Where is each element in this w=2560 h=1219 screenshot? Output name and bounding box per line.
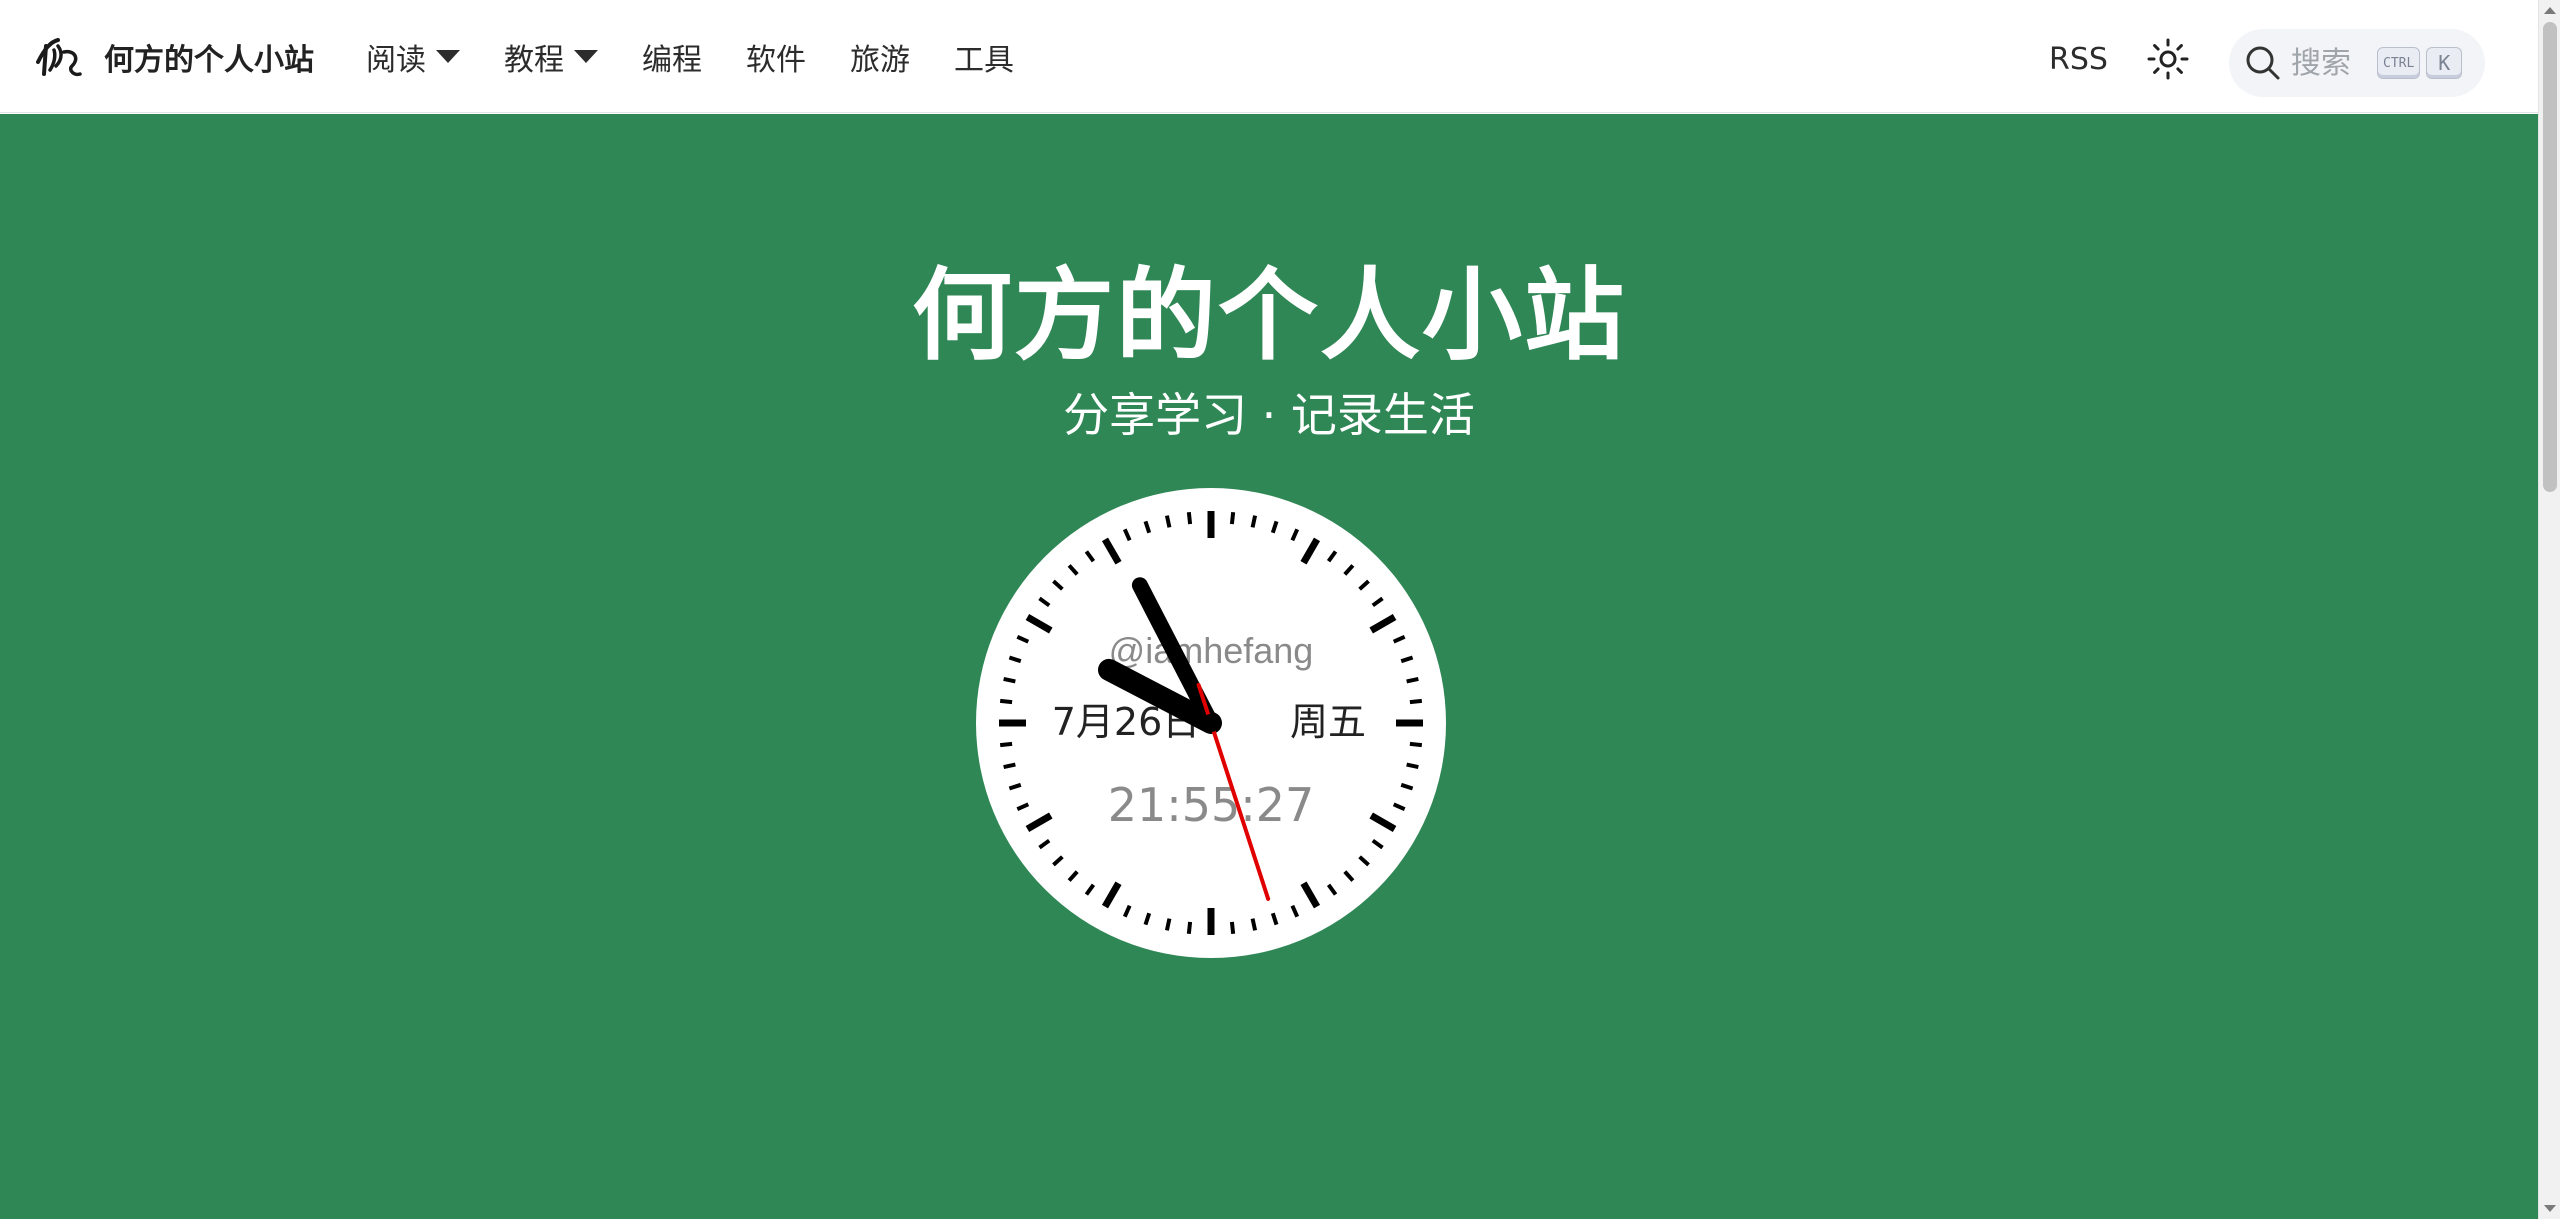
clock-minute-tick [1409, 698, 1423, 705]
nav-item-software[interactable]: 软件 [746, 35, 806, 79]
search-box[interactable]: CTRL K [2229, 29, 2485, 97]
hero-banner: 何方的个人小站 分享学习 · 记录生活 @iamhefang 7月26日 周五 … [0, 114, 2538, 1219]
nav-item-reading[interactable]: 阅读 [366, 35, 460, 79]
scroll-up-arrow-icon[interactable] [2544, 7, 2556, 14]
caret-down-icon [574, 50, 598, 63]
clock-center-pin [1202, 714, 1220, 732]
shortcut-k-key: K [2426, 47, 2463, 79]
clock-face: @iamhefang 7月26日 周五 21:55:27 [976, 488, 1446, 958]
clock-minute-tick [1186, 511, 1193, 525]
nav-item-label: 编程 [642, 42, 702, 78]
scroll-down-arrow-icon[interactable] [2544, 1205, 2556, 1212]
clock-weekday: 周五 [1290, 700, 1366, 744]
shortcut-ctrl-key: CTRL [2377, 47, 2421, 79]
site-brand[interactable]: 何方的个人小站 [34, 0, 314, 113]
main-nav: 阅读 教程 编程 软件 旅游 工具 [366, 0, 1058, 113]
nav-item-label: 软件 [746, 42, 806, 78]
caret-down-icon [436, 50, 460, 63]
nav-item-label: 工具 [954, 42, 1014, 78]
nav-item-label: 旅游 [850, 42, 910, 78]
clock-minute-tick [1003, 762, 1016, 770]
clock-minute-tick [1229, 921, 1236, 935]
clock-minute-tick [1164, 918, 1172, 931]
clock-minute-tick [1003, 676, 1016, 684]
search-input[interactable] [2291, 45, 2371, 81]
analog-clock: @iamhefang 7月26日 周五 21:55:27 [976, 488, 1446, 958]
page-scrollbar[interactable] [2538, 0, 2560, 1219]
clock-minute-tick [1250, 918, 1258, 931]
nav-item-programming[interactable]: 编程 [642, 35, 702, 79]
clock-minute-tick [1406, 676, 1419, 684]
top-navbar: 何方的个人小站 阅读 教程 编程 软件 旅游 工具 RSS 搜索 CTRL K [0, 0, 2538, 113]
hero-subtitle: 分享学习 · 记录生活 [1063, 388, 1475, 442]
nav-item-travel[interactable]: 旅游 [850, 35, 910, 79]
search-icon [2246, 46, 2280, 80]
clock-digital-time: 21:55:27 [1108, 778, 1315, 832]
clock-minute-tick [1250, 515, 1258, 528]
clock-minute-tick [1229, 511, 1236, 525]
hero-title: 何方的个人小站 [912, 257, 1626, 374]
nav-item-label: 教程 [504, 42, 564, 78]
nav-item-tools[interactable]: 工具 [954, 35, 1014, 79]
nav-item-tutorials[interactable]: 教程 [504, 35, 598, 79]
rss-link[interactable]: RSS [2049, 42, 2108, 77]
clock-minute-tick [1406, 762, 1419, 770]
sun-icon[interactable] [2146, 37, 2190, 81]
clock-minute-tick [999, 741, 1013, 748]
clock-minute-tick [1186, 921, 1193, 935]
nav-item-label: 阅读 [366, 42, 426, 78]
scroll-thumb[interactable] [2543, 22, 2557, 492]
clock-watermark: @iamhefang [1109, 630, 1314, 671]
site-title: 何方的个人小站 [104, 42, 314, 78]
clock-minute-tick [1164, 515, 1172, 528]
site-logo-icon [36, 37, 82, 76]
clock-minute-tick [999, 698, 1013, 705]
clock-minute-tick [1409, 741, 1423, 748]
